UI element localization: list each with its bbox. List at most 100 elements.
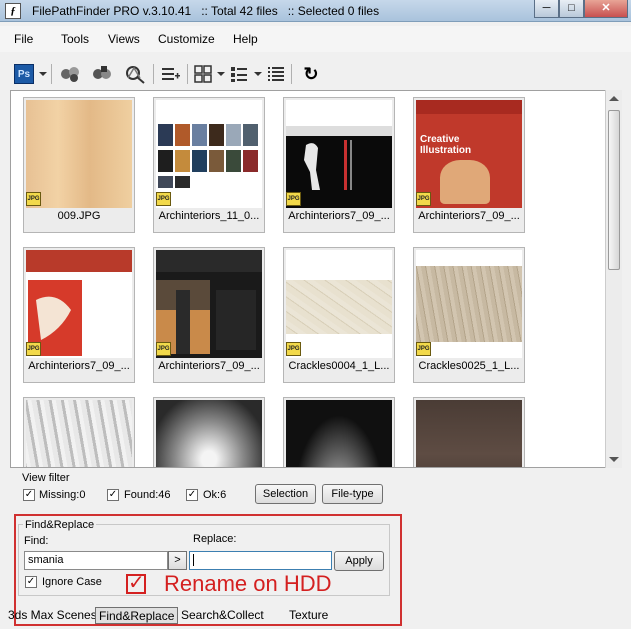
ignore-case-checkbox[interactable]: ✓ <box>25 576 37 588</box>
collect-button[interactable] <box>91 62 115 86</box>
menu-tools[interactable]: Tools <box>61 32 89 46</box>
list-view-button[interactable] <box>264 62 288 86</box>
find-replace-title: Find&Replace <box>23 519 97 531</box>
thumbnail-image <box>286 400 392 467</box>
app-logo-icon: ƒ <box>5 3 21 19</box>
replace-label: Replace: <box>193 533 237 545</box>
thumbnail-image <box>156 400 262 467</box>
selection-button[interactable]: Selection <box>255 484 316 504</box>
add-list-button[interactable] <box>159 62 183 86</box>
thumbnail-caption: Crackles0004_1_L... <box>288 360 390 372</box>
tab-find-replace[interactable]: Find&Replace <box>95 607 179 624</box>
thumbnail-image <box>286 250 392 358</box>
total-files: :: Total 42 files <box>201 4 278 18</box>
find-files-button[interactable] <box>59 62 83 86</box>
tab-3ds-max-scenes[interactable]: 3ds Max Scenes <box>8 607 97 624</box>
thumbnail-image: Creative Illustration <box>416 100 522 208</box>
menu-views[interactable]: Views <box>108 32 140 46</box>
jpg-badge-icon: JPG <box>416 342 431 356</box>
rename-checkbox[interactable]: ✓ <box>126 573 146 594</box>
find-input[interactable]: smania <box>24 551 168 570</box>
tab-search-collect[interactable]: Search&Collect <box>181 607 264 624</box>
menu-bar: File Tools Views Customize Help <box>0 26 631 52</box>
thumbnail-item[interactable] <box>153 397 265 467</box>
thumbnail-item[interactable]: Creative Illustration JPG Archinteriors7… <box>413 97 525 233</box>
tab-texture[interactable]: Texture <box>289 607 328 624</box>
thumbnail-scrollbar[interactable] <box>605 90 622 468</box>
missing-label: Missing:0 <box>39 489 86 501</box>
thumbnail-item[interactable]: JPG Crackles0025_1_L... <box>413 247 525 383</box>
thumbnail-image <box>156 100 262 208</box>
thumbnail-caption: Crackles0025_1_L... <box>418 360 520 372</box>
thumbnail-item[interactable]: JPG Archinteriors7_09_... <box>153 247 265 383</box>
chevron-down-icon[interactable] <box>254 72 262 76</box>
thumbnail-image <box>416 250 522 358</box>
jpg-badge-icon: JPG <box>286 342 301 356</box>
photoshop-button[interactable]: Ps <box>12 62 36 86</box>
close-button[interactable]: ✕ <box>584 0 628 18</box>
chevron-down-icon[interactable] <box>217 72 225 76</box>
thumbnail-item[interactable] <box>413 397 525 467</box>
missing-checkbox[interactable]: ✓ <box>23 489 35 501</box>
toolbar-separator <box>291 64 292 84</box>
find-label: Find: <box>24 535 49 547</box>
apply-button[interactable]: Apply <box>334 551 384 571</box>
menu-help[interactable]: Help <box>233 32 258 46</box>
thumbnail-item[interactable] <box>283 397 395 467</box>
thumbnail-item[interactable] <box>23 397 135 467</box>
chevron-down-icon[interactable] <box>39 72 47 76</box>
window-title: FilePathFinder PRO v.3.10.41 :: Total 42… <box>32 4 379 18</box>
search-replace-button[interactable] <box>123 62 147 86</box>
jpg-badge-icon: JPG <box>286 192 301 206</box>
toolbar: Ps ↻ <box>9 58 621 90</box>
found-label: Found:46 <box>124 489 171 501</box>
thumbnail-header <box>416 100 522 114</box>
rename-on-hdd-label: Rename on HDD <box>164 571 332 596</box>
transfer-arrow-button[interactable]: > <box>168 551 187 570</box>
jpg-badge-icon: JPG <box>26 342 41 356</box>
crackle-texture <box>286 280 392 334</box>
thumbnail-item[interactable]: JPG 009.JPG <box>23 97 135 233</box>
thumbnail-caption: 009.JPG <box>57 210 101 222</box>
thumbnail-image <box>26 250 132 358</box>
replace-input[interactable] <box>189 551 332 570</box>
selected-files: :: Selected 0 files <box>287 4 380 18</box>
toolbar-separator <box>51 64 52 84</box>
thumbnail-caption: Archinteriors7_09_... <box>418 210 520 222</box>
scrollbar-thumb[interactable] <box>608 110 620 270</box>
thumbnail-image <box>26 400 132 467</box>
thumbnail-text: Creative Illustration <box>420 134 472 156</box>
jpg-badge-icon: JPG <box>416 192 431 206</box>
thumbnail-item[interactable]: JPG Archinteriors_11_0... <box>153 97 265 233</box>
grid-view-button[interactable] <box>191 62 215 86</box>
thumbnail-image <box>156 250 262 358</box>
ignore-case-label: Ignore Case <box>42 576 102 588</box>
refresh-icon[interactable]: ↻ <box>299 62 323 86</box>
title-bar: ƒ FilePathFinder PRO v.3.10.41 :: Total … <box>0 0 631 22</box>
scroll-up-icon[interactable] <box>609 96 619 101</box>
ok-checkbox[interactable]: ✓ <box>186 489 198 501</box>
file-type-button[interactable]: File-type <box>322 484 383 504</box>
menu-customize[interactable]: Customize <box>158 32 215 46</box>
thumbnail-item[interactable]: JPG Crackles0004_1_L... <box>283 247 395 383</box>
list-view-icon <box>268 67 284 81</box>
thumbnail-panel[interactable]: JPG 009.JPG JPG Archinteriors_11_0... JP… <box>10 90 622 468</box>
scroll-down-icon[interactable] <box>609 457 619 462</box>
minimize-button[interactable]: ─ <box>534 0 559 18</box>
toolbar-separator <box>153 64 154 84</box>
thumbnail-item[interactable]: JPG Archinteriors7_09_... <box>283 97 395 233</box>
details-view-button[interactable] <box>227 62 251 86</box>
jpg-badge-icon: JPG <box>26 192 41 206</box>
thumbnail-item[interactable]: JPG Archinteriors7_09_... <box>23 247 135 383</box>
maximize-button[interactable]: □ <box>559 0 584 18</box>
ok-label: Ok:6 <box>203 489 227 501</box>
thumbnail-figure <box>440 160 490 204</box>
add-list-icon <box>162 68 180 80</box>
grid-view-icon <box>194 65 212 83</box>
thumbnail-image <box>286 100 392 208</box>
thumbnail-caption: Archinteriors7_09_... <box>288 210 390 222</box>
found-checkbox[interactable]: ✓ <box>107 489 119 501</box>
menu-file[interactable]: File <box>14 32 33 46</box>
thumbnail-caption: Archinteriors7_09_... <box>28 360 130 372</box>
text-caret <box>193 554 194 566</box>
